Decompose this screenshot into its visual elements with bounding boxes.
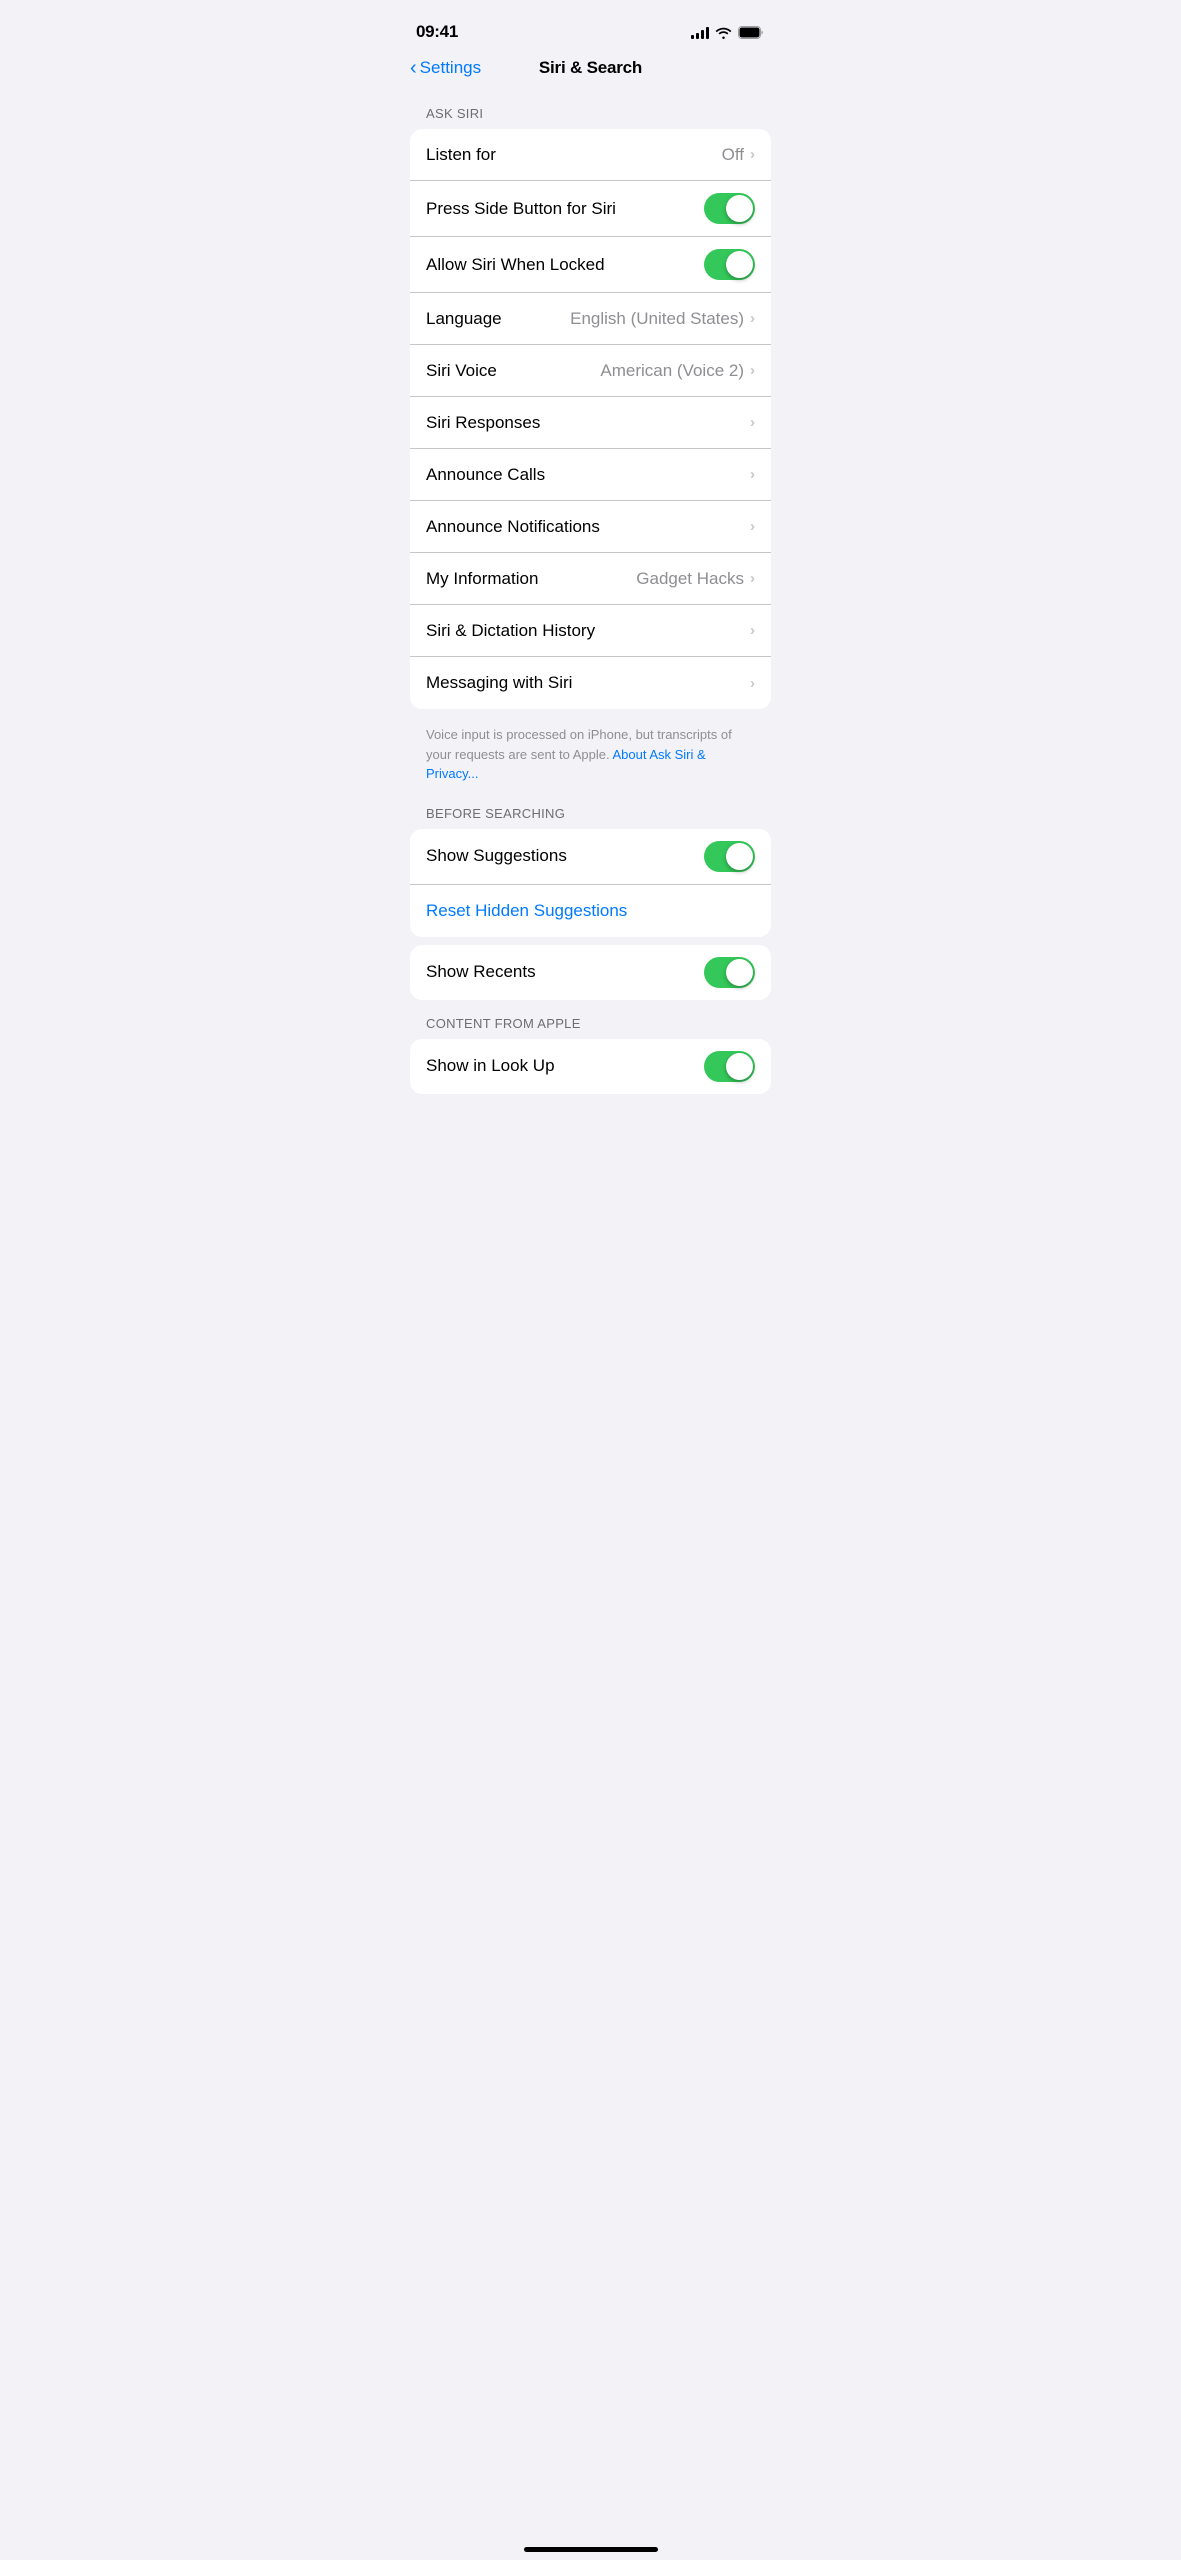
status-time: 09:41	[416, 22, 458, 42]
my-information-label: My Information	[426, 569, 538, 589]
show-recents-label: Show Recents	[426, 962, 536, 982]
toggle-knob	[726, 251, 753, 278]
battery-icon	[738, 26, 765, 39]
status-bar: 09:41	[394, 0, 787, 50]
show-recents-group: Show Recents	[410, 945, 771, 1000]
siri-responses-row[interactable]: Siri Responses ›	[410, 397, 771, 449]
my-information-right: Gadget Hacks ›	[636, 569, 755, 589]
toggle-knob	[726, 959, 753, 986]
siri-responses-right: ›	[750, 415, 755, 430]
language-right: English (United States) ›	[570, 309, 755, 329]
show-suggestions-label: Show Suggestions	[426, 846, 567, 866]
ask-siri-footer: Voice input is processed on iPhone, but …	[394, 717, 787, 798]
press-side-button-label: Press Side Button for Siri	[426, 199, 616, 219]
announce-notifications-chevron: ›	[750, 519, 755, 534]
messaging-with-siri-row[interactable]: Messaging with Siri ›	[410, 657, 771, 709]
show-recents-toggle[interactable]	[704, 957, 755, 988]
show-suggestions-row: Show Suggestions	[410, 829, 771, 885]
home-indicator	[524, 2547, 658, 2552]
messaging-with-siri-chevron: ›	[750, 676, 755, 691]
announce-calls-row[interactable]: Announce Calls ›	[410, 449, 771, 501]
show-in-look-up-label: Show in Look Up	[426, 1056, 555, 1076]
show-suggestions-toggle[interactable]	[704, 841, 755, 872]
status-icons	[691, 26, 765, 39]
toggle-knob	[726, 843, 753, 870]
ask-siri-header: ASK SIRI	[394, 106, 787, 129]
toggle-knob	[726, 1053, 753, 1080]
language-label: Language	[426, 309, 502, 329]
my-information-row[interactable]: My Information Gadget Hacks ›	[410, 553, 771, 605]
show-in-look-up-toggle[interactable]	[704, 1051, 755, 1082]
announce-calls-label: Announce Calls	[426, 465, 545, 485]
reset-hidden-suggestions-label: Reset Hidden Suggestions	[426, 901, 627, 921]
content-from-apple-group: Show in Look Up	[410, 1039, 771, 1094]
page-title: Siri & Search	[539, 58, 642, 78]
wifi-icon	[715, 26, 732, 39]
my-information-value: Gadget Hacks	[636, 569, 744, 589]
siri-dictation-history-row[interactable]: Siri & Dictation History ›	[410, 605, 771, 657]
back-button[interactable]: ‹ Settings	[410, 58, 481, 78]
back-label: Settings	[420, 58, 481, 78]
siri-voice-chevron: ›	[750, 363, 755, 378]
show-recents-row: Show Recents	[410, 945, 771, 1000]
language-chevron: ›	[750, 311, 755, 326]
siri-dictation-history-label: Siri & Dictation History	[426, 621, 595, 641]
allow-when-locked-row: Allow Siri When Locked	[410, 237, 771, 293]
before-searching-group: Show Suggestions Reset Hidden Suggestion…	[410, 829, 771, 937]
press-side-button-row: Press Side Button for Siri	[410, 181, 771, 237]
siri-voice-label: Siri Voice	[426, 361, 497, 381]
back-chevron-icon: ‹	[410, 58, 417, 78]
allow-when-locked-label: Allow Siri When Locked	[426, 255, 605, 275]
announce-calls-right: ›	[750, 467, 755, 482]
messaging-with-siri-right: ›	[750, 676, 755, 691]
listen-for-row[interactable]: Listen for Off ›	[410, 129, 771, 181]
siri-dictation-history-right: ›	[750, 623, 755, 638]
announce-notifications-label: Announce Notifications	[426, 517, 600, 537]
content: ASK SIRI Listen for Off › Press Side But…	[394, 90, 787, 1122]
show-in-look-up-row: Show in Look Up	[410, 1039, 771, 1094]
ask-siri-group: Listen for Off › Press Side Button for S…	[410, 129, 771, 709]
listen-for-value: Off	[722, 145, 744, 165]
announce-calls-chevron: ›	[750, 467, 755, 482]
announce-notifications-right: ›	[750, 519, 755, 534]
allow-when-locked-toggle[interactable]	[704, 249, 755, 280]
siri-dictation-history-chevron: ›	[750, 623, 755, 638]
listen-for-chevron: ›	[750, 147, 755, 162]
listen-for-right: Off ›	[722, 145, 755, 165]
language-value: English (United States)	[570, 309, 744, 329]
signal-icon	[691, 26, 709, 39]
siri-voice-right: American (Voice 2) ›	[600, 361, 755, 381]
listen-for-label: Listen for	[426, 145, 496, 165]
language-row[interactable]: Language English (United States) ›	[410, 293, 771, 345]
content-from-apple-header: CONTENT FROM APPLE	[394, 1016, 787, 1039]
my-information-chevron: ›	[750, 571, 755, 586]
siri-responses-label: Siri Responses	[426, 413, 540, 433]
messaging-with-siri-label: Messaging with Siri	[426, 673, 572, 693]
before-searching-header: BEFORE SEARCHING	[394, 806, 787, 829]
press-side-button-toggle[interactable]	[704, 193, 755, 224]
toggle-knob	[726, 195, 753, 222]
nav-bar: ‹ Settings Siri & Search	[394, 50, 787, 90]
reset-hidden-suggestions-row[interactable]: Reset Hidden Suggestions	[410, 885, 771, 937]
siri-voice-row[interactable]: Siri Voice American (Voice 2) ›	[410, 345, 771, 397]
siri-responses-chevron: ›	[750, 415, 755, 430]
siri-voice-value: American (Voice 2)	[600, 361, 744, 381]
announce-notifications-row[interactable]: Announce Notifications ›	[410, 501, 771, 553]
